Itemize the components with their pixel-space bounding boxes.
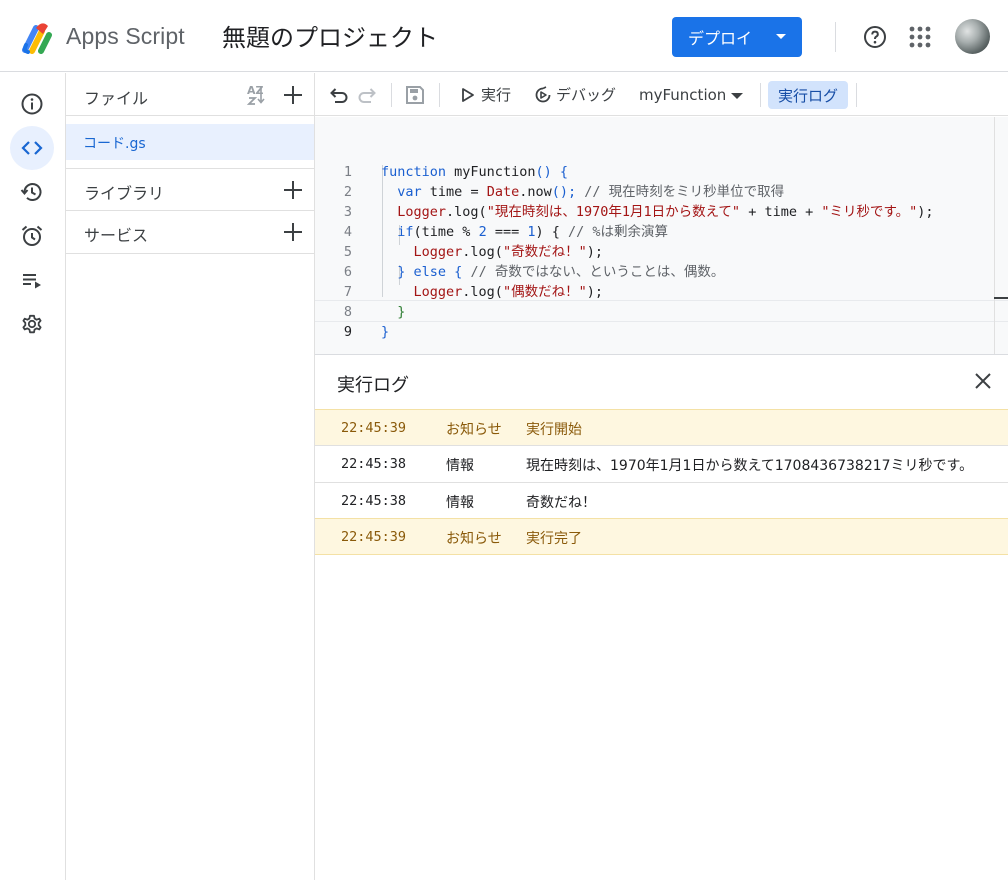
log-level: 情報 [446, 458, 474, 474]
alarm-icon [21, 225, 43, 246]
code-editor[interactable]: 1 function myFunction() { 2 var time = Da… [315, 117, 1008, 354]
add-file-icon[interactable] [283, 85, 303, 105]
rail-item-editor[interactable] [10, 126, 54, 170]
add-service-icon[interactable] [283, 222, 303, 242]
history-icon [20, 183, 42, 201]
execution-log-title: 実行ログ [337, 375, 409, 396]
undo-icon[interactable] [327, 84, 349, 106]
app-header: Apps Script 無題のプロジェクト デプロイ [0, 0, 1008, 72]
add-library-icon[interactable] [283, 180, 303, 200]
scroll-position-marker [994, 297, 1008, 299]
executions-icon [23, 274, 41, 289]
log-row: 22:45:39 お知らせ 実行完了 [315, 518, 1008, 554]
code-line: 9} [315, 302, 1008, 340]
code-line: 6 } else { // 奇数ではない、ということは、偶数。 [315, 242, 1008, 280]
log-level: 情報 [446, 495, 474, 511]
code-icon [21, 141, 43, 155]
libraries-section[interactable]: ライブラリ [66, 168, 314, 211]
rail-item-triggers[interactable] [10, 214, 54, 258]
log-row: 22:45:38 情報 奇数だね！ [315, 482, 1008, 518]
save-icon[interactable] [404, 84, 426, 106]
log-time: 22:45:38 [341, 456, 407, 472]
debug-label: デバッグ [556, 86, 617, 104]
rail-item-history[interactable] [10, 170, 54, 214]
log-message: 奇数だね！ [526, 495, 596, 511]
log-row: 22:45:39 お知らせ 実行開始 [315, 409, 1008, 445]
toolbar-divider [856, 83, 857, 107]
log-level: お知らせ [446, 422, 502, 438]
log-message: 現在時刻は、1970年1月1日から数えて1708436738217ミリ秒です。 [526, 458, 974, 474]
editor-toolbar: 実行 デバッグ myFunction 実行ログ [315, 73, 1008, 116]
info-icon [21, 93, 43, 115]
editor-scrollbar[interactable] [994, 117, 1008, 354]
gear-icon [22, 314, 42, 334]
function-select-caret-icon[interactable] [731, 93, 743, 99]
file-item-code-gs[interactable]: コード.gs [66, 124, 314, 160]
google-apps-icon[interactable] [909, 26, 931, 48]
services-label: サービス [84, 226, 149, 245]
code-line: 5 Logger.log("奇数だね！"); [315, 222, 1008, 260]
chevron-down-icon [776, 34, 786, 39]
deploy-button[interactable]: デプロイ [672, 17, 802, 57]
header-divider [835, 22, 836, 52]
execution-log-panel: 実行ログ 22:45:39 お知らせ 実行開始 22:45:38 情報 現在時刻… [315, 354, 1008, 880]
code-line: 8 } [315, 282, 1008, 320]
log-time: 22:45:39 [341, 529, 407, 545]
services-section[interactable]: サービス [66, 211, 314, 254]
redo-icon[interactable] [357, 84, 379, 106]
deploy-button-label: デプロイ [688, 29, 753, 48]
left-navigation-rail [0, 73, 66, 880]
log-row: 22:45:38 情報 現在時刻は、1970年1月1日から数えて17084367… [315, 445, 1008, 481]
run-button[interactable]: 実行 [461, 84, 511, 105]
apps-script-logo[interactable] [22, 20, 60, 54]
code-line: 3 Logger.log("現在時刻は、1970年1月1日から数えて" + ti… [315, 182, 1008, 220]
debug-icon [535, 85, 551, 102]
execution-log-toggle[interactable]: 実行ログ [768, 81, 848, 109]
rail-item-executions[interactable] [10, 258, 54, 302]
sort-az-icon[interactable]: AZ [246, 83, 270, 107]
log-end-divider [315, 554, 1008, 555]
toolbar-divider [439, 83, 440, 107]
function-select[interactable]: myFunction [639, 86, 726, 104]
toolbar-divider [391, 83, 392, 107]
log-level: お知らせ [446, 531, 502, 547]
debug-button[interactable]: デバッグ [534, 84, 616, 105]
code-line: 7 Logger.log("偶数だね！"); [315, 262, 1008, 300]
rail-item-overview[interactable] [10, 82, 54, 126]
play-icon [462, 87, 474, 102]
log-time: 22:45:39 [341, 420, 407, 436]
help-icon[interactable] [863, 25, 887, 49]
close-icon[interactable] [973, 371, 993, 391]
file-panel: ファイル AZ コード.gs ライブラリ サービス [66, 73, 315, 880]
files-header: ファイル AZ [66, 73, 314, 116]
log-message: 実行完了 [526, 531, 582, 547]
project-title[interactable]: 無題のプロジェクト [222, 18, 438, 53]
avatar[interactable] [955, 19, 990, 54]
file-name: コード.gs [83, 136, 146, 152]
line-number: 9 [343, 324, 352, 340]
code-line: 2 var time = Date.now(); // 現在時刻をミリ秒単位で取… [315, 162, 1008, 200]
code-line: 1 function myFunction() { [315, 142, 1008, 180]
log-message: 実行開始 [526, 422, 582, 438]
app-name[interactable]: Apps Script [66, 23, 185, 50]
rail-item-settings[interactable] [10, 302, 54, 346]
files-label: ファイル [84, 89, 149, 108]
log-time: 22:45:38 [341, 493, 407, 509]
libraries-label: ライブラリ [84, 184, 165, 203]
execution-log-toggle-label: 実行ログ [777, 86, 838, 105]
toolbar-divider [760, 83, 761, 107]
run-label: 実行 [481, 86, 512, 104]
code-line: 4 if(time % 2 === 1) { // %は剰余演算 [315, 202, 1008, 240]
